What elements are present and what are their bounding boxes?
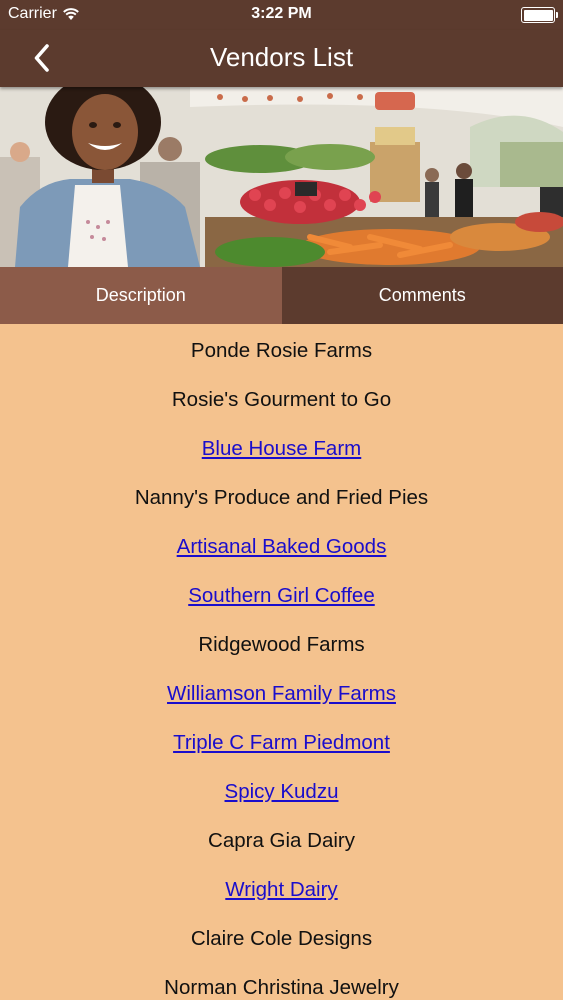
tab-description[interactable]: Description <box>0 267 282 324</box>
vendor-link[interactable]: Williamson Family Farms <box>167 682 396 706</box>
hero-image <box>0 87 563 267</box>
farmers-market-photo <box>0 87 563 267</box>
vendor-link[interactable]: Blue House Farm <box>202 437 362 461</box>
vendor-link[interactable]: Wright Dairy <box>225 878 337 902</box>
page-title: Vendors List <box>209 42 354 72</box>
vendor-link[interactable]: Triple C Farm Piedmont <box>173 731 390 755</box>
vendor-name: Capra Gia Dairy <box>208 828 355 852</box>
vendor-item: Rosie's Gourment to Go <box>0 375 563 424</box>
navigation-bar: Vendors List <box>0 30 563 87</box>
vendor-item: Williamson Family Farms <box>0 669 563 718</box>
vendor-item: Ponde Rosie Farms <box>0 326 563 375</box>
vendor-name: Claire Cole Designs <box>190 926 373 950</box>
vendor-item: Ridgewood Farms <box>0 620 563 669</box>
vendor-item: Blue House Farm <box>0 424 563 473</box>
vendor-item: Nanny's Produce and Fried Pies <box>0 473 563 522</box>
vendor-name: Norman Christina Jewelry <box>164 975 399 999</box>
vendor-item: Claire Cole Designs <box>0 914 563 963</box>
vendor-link[interactable]: Artisanal Baked Goods <box>177 535 387 559</box>
tab-comments[interactable]: Comments <box>281 267 563 324</box>
vendor-name: Ponde Rosie Farms <box>190 338 373 362</box>
vendor-item: Wright Dairy <box>0 865 563 914</box>
vendor-item: Norman Christina Jewelry <box>0 963 563 1000</box>
vendor-name: Ridgewood Farms <box>198 632 365 656</box>
vendor-item: Spicy Kudzu <box>0 767 563 816</box>
vendor-link[interactable]: Southern Girl Coffee <box>188 584 375 608</box>
vendor-list: Ponde Rosie Farms Rosie's Gourment to Go… <box>0 326 563 1000</box>
vendor-name: Nanny's Produce and Fried Pies <box>134 485 429 509</box>
status-bar: Carrier 3:22 PM <box>0 0 563 30</box>
battery-icon <box>521 7 558 23</box>
vendor-item: Artisanal Baked Goods <box>0 522 563 571</box>
vendor-item: Southern Girl Coffee <box>0 571 563 620</box>
status-time: 3:22 PM <box>251 5 312 22</box>
segment-tabs: Description Comments <box>0 267 563 324</box>
vendor-item: Capra Gia Dairy <box>0 816 563 865</box>
vendor-link[interactable]: Spicy Kudzu <box>225 780 339 804</box>
vendor-name: Rosie's Gourment to Go <box>171 387 392 411</box>
vendor-item: Triple C Farm Piedmont <box>0 718 563 767</box>
